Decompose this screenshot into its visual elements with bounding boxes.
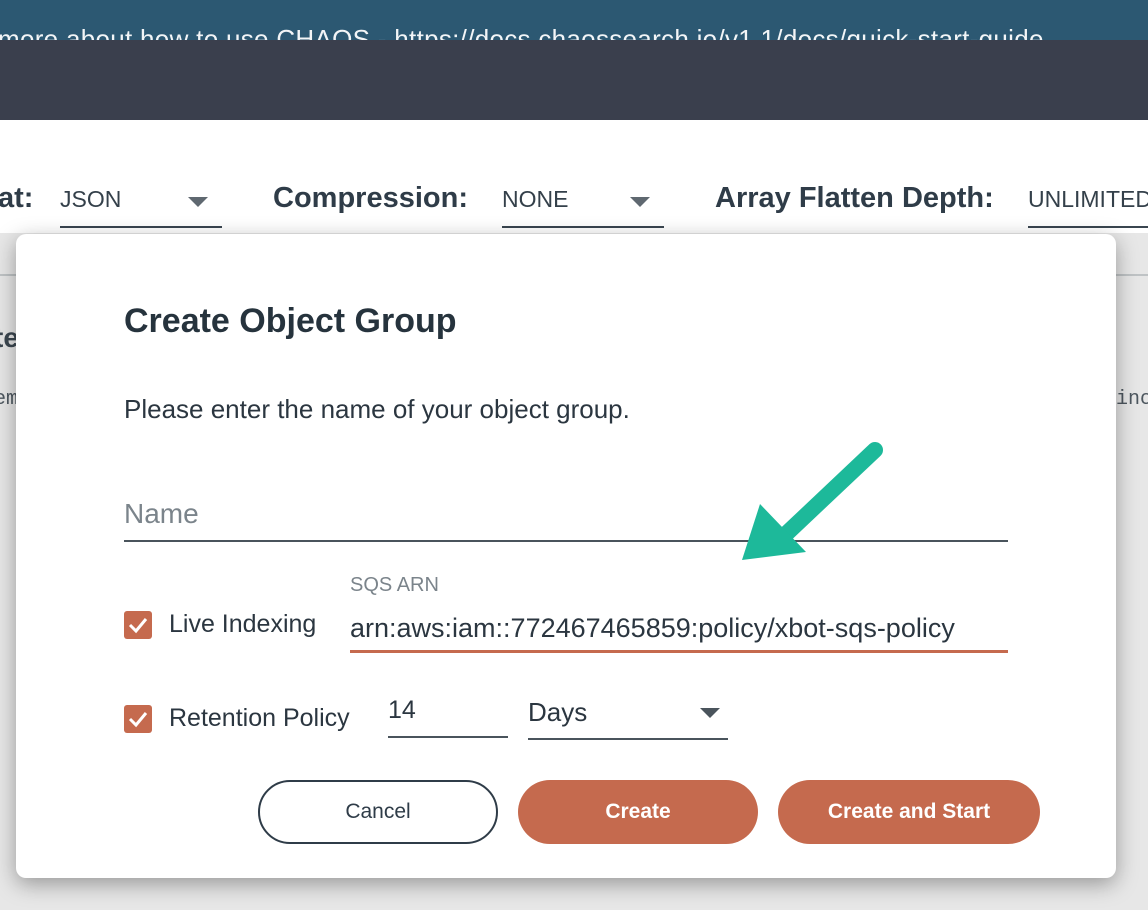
create-and-start-button[interactable]: Create and Start xyxy=(778,780,1040,844)
top-navbar xyxy=(0,40,1148,120)
retention-unit-select[interactable]: Days xyxy=(528,690,728,740)
retention-unit-value: Days xyxy=(528,697,588,727)
format-select[interactable]: JSON xyxy=(60,186,222,228)
retention-policy-checkbox[interactable] xyxy=(124,705,152,733)
flatten-depth-label: Array Flatten Depth: xyxy=(715,182,994,214)
retention-value: 14 xyxy=(388,696,416,724)
flatten-depth-select[interactable]: UNLIMITED xyxy=(1028,186,1148,228)
banner-text: more about how to use CHAOS - https://do… xyxy=(0,24,1044,40)
sqs-arn-field[interactable]: arn:aws:iam::772467465859:policy/xbot-sq… xyxy=(350,606,1008,653)
compression-select[interactable]: NONE xyxy=(502,186,664,228)
dialog-title: Create Object Group xyxy=(124,302,457,340)
compression-label: Compression: xyxy=(273,182,468,214)
cancel-button[interactable]: Cancel xyxy=(258,780,498,844)
check-icon xyxy=(128,712,148,728)
sqs-arn-value: arn:aws:iam::772467465859:policy/xbot-sq… xyxy=(350,613,955,643)
live-indexing-label: Live Indexing xyxy=(169,610,317,638)
sqs-arn-caption: SQS ARN xyxy=(350,574,439,596)
format-value: JSON xyxy=(60,186,122,212)
chevron-down-icon xyxy=(188,197,208,207)
create-object-group-dialog: Create Object Group Please enter the nam… xyxy=(16,234,1116,878)
retention-policy-label: Retention Policy xyxy=(169,704,350,732)
dialog-description: Please enter the name of your object gro… xyxy=(124,394,630,424)
info-banner: more about how to use CHAOS - https://do… xyxy=(0,0,1148,40)
retention-value-input[interactable]: 14 xyxy=(388,690,508,738)
check-icon xyxy=(128,618,148,634)
live-indexing-checkbox[interactable] xyxy=(124,611,152,639)
compression-value: NONE xyxy=(502,186,569,212)
arrow-annotation-icon xyxy=(742,442,883,560)
chevron-down-icon xyxy=(630,197,650,207)
create-button[interactable]: Create xyxy=(518,780,758,844)
flatten-depth-value: UNLIMITED xyxy=(1028,186,1148,212)
format-label: at: xyxy=(0,182,34,214)
chevron-down-icon xyxy=(700,708,720,718)
